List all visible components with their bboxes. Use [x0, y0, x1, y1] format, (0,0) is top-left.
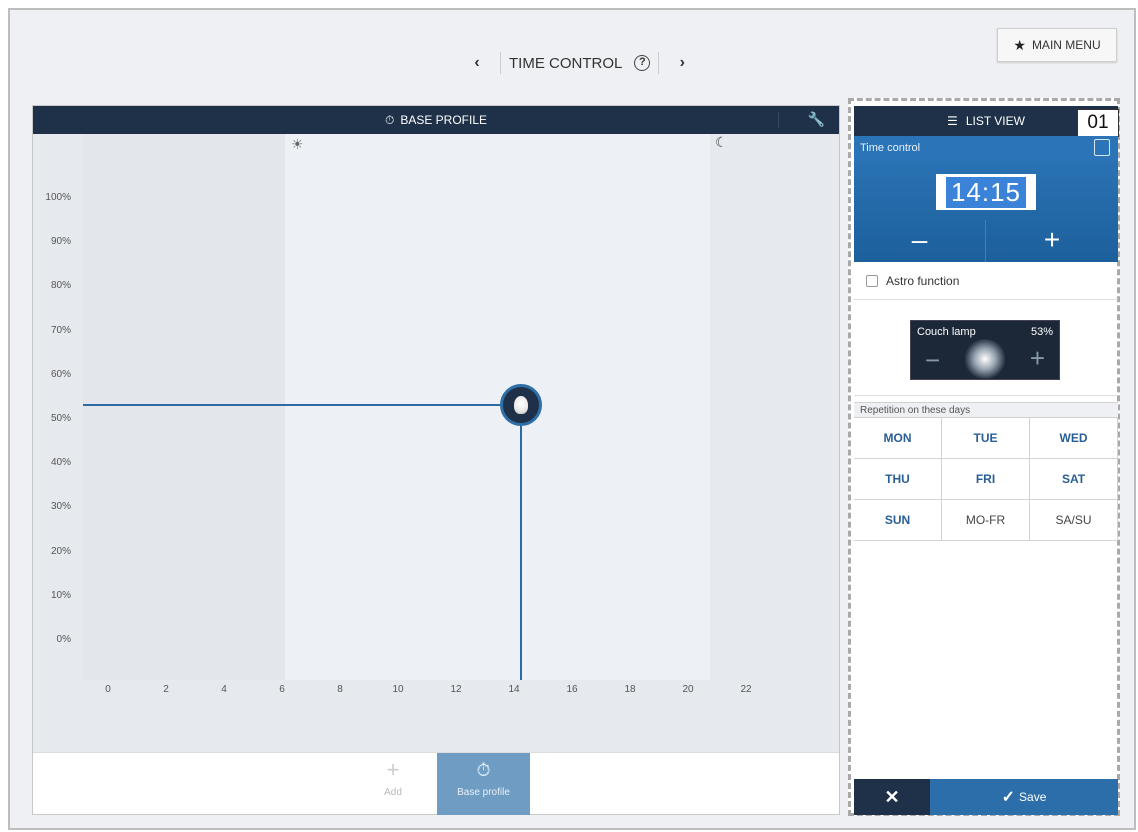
lamp-name: Couch lamp — [917, 326, 976, 338]
base-profile-button[interactable]: ⏱ Base profile — [437, 753, 530, 815]
page-title: TIME CONTROL — [509, 54, 623, 72]
level-line — [83, 404, 520, 406]
chart-title: BASE PROFILE — [400, 113, 488, 127]
day-button-thu[interactable]: THU — [854, 459, 942, 500]
repetition-header: Repetition on these days — [854, 402, 1118, 418]
page-title-bar: ‹ TIME CONTROL ? › — [462, 50, 697, 76]
time-input[interactable]: 14:15 — [936, 174, 1036, 210]
divider — [658, 52, 660, 74]
time-control-label: Time control — [860, 142, 921, 154]
night-region — [83, 134, 285, 680]
prev-page-button[interactable]: ‹ — [462, 54, 492, 72]
lamp-value: 53% — [1030, 326, 1053, 338]
y-tick-label: 0% — [56, 634, 71, 645]
trash-icon[interactable] — [1094, 139, 1110, 156]
x-tick-label: 12 — [450, 684, 462, 695]
y-tick-label: 80% — [50, 280, 71, 292]
day-button-mo-fr[interactable]: MO-FR — [942, 500, 1030, 541]
help-icon[interactable]: ? — [634, 55, 651, 71]
y-tick-label: 90% — [50, 236, 71, 248]
chart-footer: + Add ⏱ Base profile — [33, 752, 839, 815]
callout-marker: 01 — [1077, 109, 1119, 137]
actuator-area: Couch lamp 53% − + — [854, 300, 1118, 396]
bulb-icon — [963, 339, 1007, 379]
save-label: Save — [1019, 790, 1047, 804]
astro-checkbox[interactable] — [866, 274, 878, 287]
add-button[interactable]: + Add — [363, 753, 423, 815]
main-menu-button[interactable]: ★ MAIN MENU — [997, 28, 1117, 62]
time-control-section: Time control 14:15 – + — [854, 136, 1118, 262]
time-line — [520, 406, 522, 680]
check-icon: ✓ — [1001, 789, 1016, 806]
y-tick-label: 50% — [50, 413, 71, 424]
bulb-icon — [514, 396, 528, 414]
panel-footer: ✕ ✓ Save — [854, 779, 1118, 815]
y-tick-label: 40% — [50, 457, 71, 469]
detail-panel: ☰ LIST VIEW 01 Time control 14:15 – + As… — [848, 98, 1120, 816]
y-tick-label: 10% — [50, 589, 71, 601]
stopwatch-icon: ⏱ — [476, 760, 491, 780]
y-tick-label: 60% — [50, 368, 71, 380]
wrench-icon[interactable]: 🔧 — [808, 111, 825, 128]
astro-function-row[interactable]: Astro function — [854, 262, 1118, 300]
day-button-sat[interactable]: SAT — [1030, 459, 1118, 500]
day-button-wed[interactable]: WED — [1030, 418, 1118, 459]
save-button[interactable]: ✓ Save — [930, 779, 1118, 815]
day-button-tue[interactable]: TUE — [942, 418, 1030, 459]
chart-panel: ⏱ BASE PROFILE 🔧 ☀ ☾ 100% 90% 80% 70% 60% 50%… — [32, 105, 840, 815]
x-tick-label: 6 — [279, 684, 285, 695]
divider — [778, 112, 779, 128]
main-menu-label: MAIN MENU — [1031, 38, 1101, 52]
time-decrement-button[interactable]: – — [854, 220, 986, 262]
y-tick-label: 30% — [50, 501, 71, 513]
x-tick-label: 22 — [740, 684, 752, 695]
chart-point-handle[interactable] — [500, 384, 542, 426]
cancel-button[interactable]: ✕ — [854, 779, 930, 815]
star-icon: ★ — [1013, 36, 1026, 53]
time-value: 14:15 — [945, 176, 1027, 208]
time-increment-button[interactable]: + — [986, 220, 1118, 262]
divider — [500, 52, 501, 74]
day-button-sa-su[interactable]: SA/SU — [1030, 500, 1118, 541]
day-button-fri[interactable]: FRI — [942, 459, 1030, 500]
plot-area[interactable] — [83, 134, 839, 680]
x-tick-label: 16 — [566, 684, 578, 695]
moon-icon: ☾ — [715, 134, 728, 150]
sun-icon: ☀ — [291, 136, 304, 152]
list-icon: ☰ — [947, 114, 958, 128]
x-tick-label: 14 — [508, 684, 520, 695]
x-tick-label: 4 — [221, 684, 227, 695]
x-tick-label: 0 — [105, 684, 111, 695]
lamp-dim-down-button[interactable]: − — [925, 345, 940, 376]
y-tick-label: 70% — [50, 324, 71, 336]
x-tick-label: 18 — [624, 684, 636, 695]
list-view-label: LIST VIEW — [965, 114, 1025, 128]
y-tick-label: 20% — [50, 545, 71, 557]
x-tick-label: 10 — [392, 684, 404, 695]
x-tick-label: 2 — [163, 684, 169, 695]
x-tick-label: 8 — [337, 684, 343, 695]
add-label: Add — [384, 787, 402, 798]
daytime-region — [285, 134, 710, 680]
next-page-button[interactable]: › — [667, 54, 697, 72]
lamp-dim-up-button[interactable]: + — [1030, 343, 1045, 374]
chart-header: ⏱ BASE PROFILE 🔧 — [33, 106, 839, 134]
base-profile-label: Base profile — [457, 787, 510, 798]
y-tick-label: 100% — [45, 192, 71, 203]
stopwatch-icon: ⏱ — [384, 112, 395, 127]
lamp-tile[interactable]: Couch lamp 53% − + — [910, 320, 1060, 380]
astro-label: Astro function — [886, 273, 960, 288]
day-button-sun[interactable]: SUN — [854, 500, 942, 541]
plus-icon: + — [386, 757, 400, 782]
day-button-mon[interactable]: MON — [854, 418, 942, 459]
time-control-header: Time control — [854, 136, 1118, 160]
x-tick-label: 20 — [682, 684, 694, 695]
day-grid: MON TUE WED THU FRI SAT SUN MO-FR SA/SU — [854, 418, 1118, 541]
